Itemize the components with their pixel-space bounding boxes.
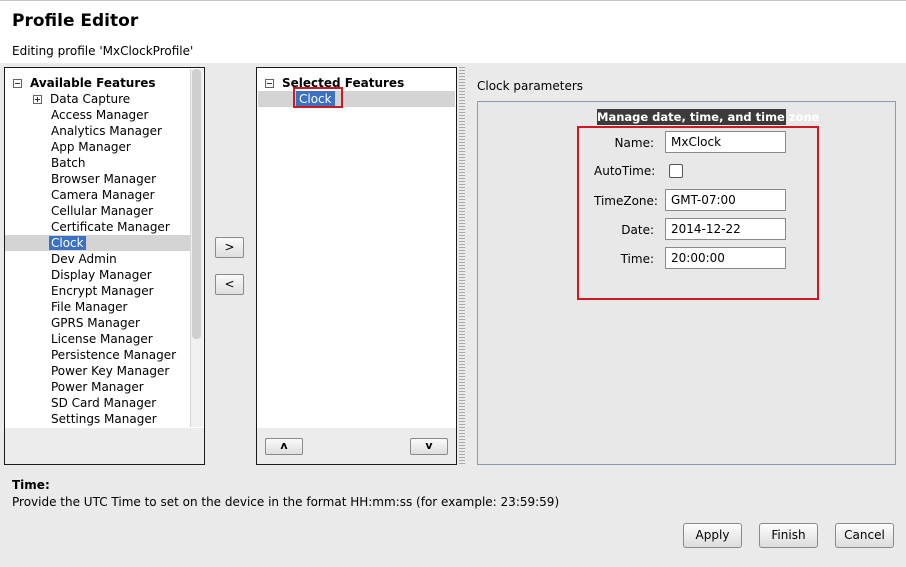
available-features-panel: Available Features Data Capture Access M…: [4, 67, 205, 429]
list-item[interactable]: Power Manager: [5, 379, 191, 395]
collapse-icon[interactable]: [265, 78, 274, 88]
list-item-label: Analytics Manager: [51, 124, 162, 138]
list-item-label: Power Key Manager: [51, 364, 170, 378]
scrollbar-thumb[interactable]: [192, 69, 201, 339]
list-item[interactable]: License Manager: [5, 331, 191, 347]
autotime-label: AutoTime:: [594, 164, 656, 178]
list-item-label: Certificate Manager: [51, 220, 170, 234]
list-item-label: GPRS Manager: [51, 316, 140, 330]
list-item[interactable]: GPRS Manager: [5, 315, 191, 331]
params-label: Clock parameters: [477, 79, 584, 93]
time-label: Time:: [620, 252, 654, 266]
date-label: Date:: [621, 223, 654, 237]
panel-splitter[interactable]: [459, 67, 465, 465]
remove-feature-button[interactable]: <: [215, 274, 244, 295]
timezone-field[interactable]: GMT-07:00: [665, 189, 786, 211]
time-field[interactable]: 20:00:00: [665, 247, 786, 269]
list-item[interactable]: Camera Manager: [5, 187, 191, 203]
list-item-label: App Manager: [51, 140, 131, 154]
list-item[interactable]: Clock: [5, 235, 191, 251]
name-label: Name:: [614, 136, 654, 150]
list-item-label: SD Card Manager: [51, 396, 157, 410]
selected-item-row[interactable]: Clock: [258, 91, 455, 107]
list-item-label: Data Capture: [50, 92, 131, 106]
list-item[interactable]: Persistence Manager: [5, 347, 191, 363]
autotime-checkbox[interactable]: [669, 164, 683, 178]
list-item[interactable]: App Manager: [5, 139, 191, 155]
cancel-button[interactable]: Cancel: [835, 523, 894, 548]
collapse-icon[interactable]: [13, 78, 22, 88]
list-item[interactable]: Display Manager: [5, 267, 191, 283]
list-item-label: Clock: [49, 236, 86, 250]
list-item[interactable]: SD Card Manager: [5, 395, 191, 411]
list-item-label: Power Manager: [51, 380, 144, 394]
list-item[interactable]: Encrypt Manager: [5, 283, 191, 299]
available-features-header[interactable]: Available Features: [13, 76, 156, 90]
list-item-label: Encrypt Manager: [51, 284, 154, 298]
list-item[interactable]: Browser Manager: [5, 171, 191, 187]
move-up-button[interactable]: ʌ: [265, 438, 303, 455]
params-group-title: Manage date, time, and time zone: [597, 109, 820, 125]
move-down-button[interactable]: v: [410, 438, 448, 455]
list-item[interactable]: Access Manager: [5, 107, 191, 123]
selected-features-panel: Selected Features Clock: [256, 67, 457, 429]
expand-icon[interactable]: [33, 94, 42, 104]
list-item-label: Cellular Manager: [51, 204, 154, 218]
list-item-label: Camera Manager: [51, 188, 155, 202]
list-item-label: File Manager: [51, 300, 128, 314]
help-title: Time:: [12, 478, 50, 492]
vertical-scrollbar[interactable]: [190, 69, 203, 427]
list-item[interactable]: Settings Manager: [5, 411, 191, 427]
date-field[interactable]: 2014-12-22: [665, 218, 786, 240]
list-item[interactable]: Batch: [5, 155, 191, 171]
add-feature-button[interactable]: >: [215, 237, 244, 258]
page-title: Profile Editor: [12, 11, 139, 31]
timezone-label: TimeZone:: [594, 194, 658, 208]
list-item-label: Dev Admin: [51, 252, 117, 266]
list-item[interactable]: Dev Admin: [5, 251, 191, 267]
apply-button[interactable]: Apply: [683, 523, 742, 548]
list-item-label: Settings Manager: [51, 412, 157, 426]
available-features-label: Available Features: [30, 76, 156, 90]
list-item-data-capture[interactable]: Data Capture: [5, 91, 191, 107]
available-features-list: Data Capture Access Manager Analytics Man…: [5, 91, 191, 427]
list-item-label: Access Manager: [51, 108, 149, 122]
highlight-box-selected: [293, 87, 343, 108]
list-item-label: Persistence Manager: [51, 348, 177, 362]
profile-subtitle: Editing profile 'MxClockProfile': [12, 44, 194, 58]
list-item[interactable]: Cellular Manager: [5, 203, 191, 219]
finish-button[interactable]: Finish: [759, 523, 818, 548]
list-item[interactable]: Analytics Manager: [5, 123, 191, 139]
available-panel-footer: [4, 428, 205, 465]
editor-header: Profile Editor Editing profile 'MxClockP…: [0, 0, 906, 63]
list-item-label: Display Manager: [51, 268, 152, 282]
footer-area: [0, 466, 906, 567]
name-field[interactable]: MxClock: [665, 131, 786, 153]
list-item-label: Batch: [51, 156, 86, 170]
list-item[interactable]: Certificate Manager: [5, 219, 191, 235]
list-item[interactable]: Power Key Manager: [5, 363, 191, 379]
list-item-label: License Manager: [51, 332, 153, 346]
list-item-label: Browser Manager: [51, 172, 157, 186]
help-text: Provide the UTC Time to set on the devic…: [12, 495, 560, 509]
list-item[interactable]: File Manager: [5, 299, 191, 315]
